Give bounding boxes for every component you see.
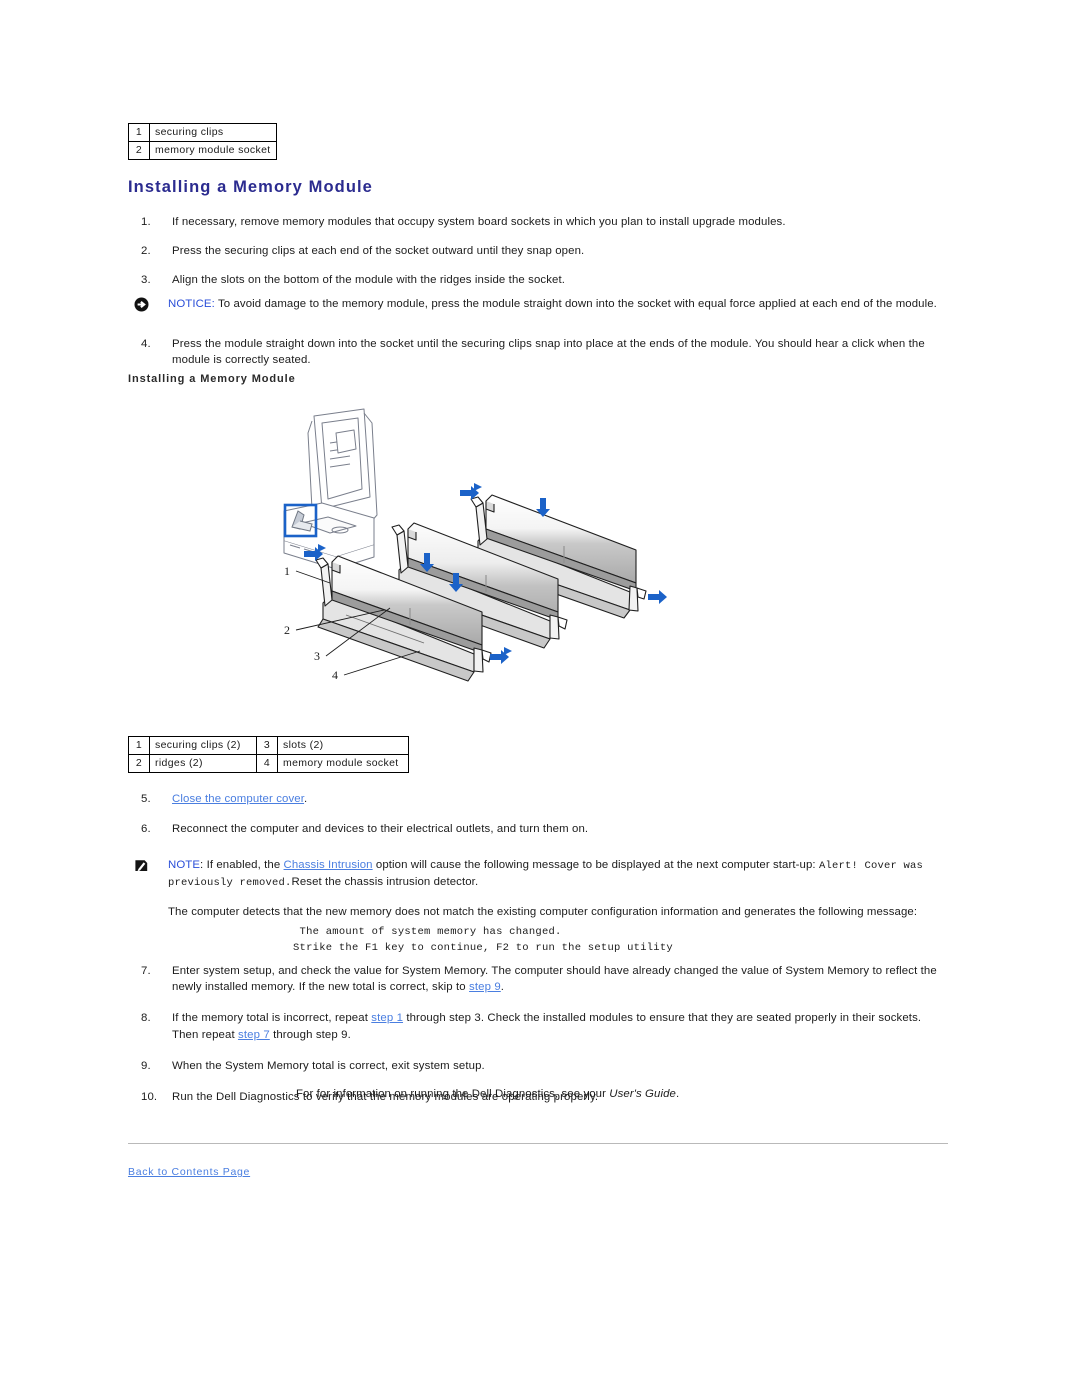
step-number: 1. <box>141 216 151 228</box>
page-title: Installing a Memory Module <box>128 178 373 196</box>
step-text-b: . <box>500 981 505 994</box>
footer-link-wrap: Back to Contents Page <box>128 1166 250 1178</box>
chassis-inset-icon <box>283 408 378 570</box>
step-text: Align the slots on the bottom of the mod… <box>172 274 566 287</box>
step-text: Reconnect the computer and devices to th… <box>172 823 589 836</box>
step-text: Press the securing clips at each end of … <box>172 245 585 258</box>
callout-number: 1 <box>128 735 150 756</box>
callout-number: 1 <box>128 122 150 143</box>
memory-module-diagram-svg: 1 2 3 4 <box>283 408 667 682</box>
note-pencil-icon <box>134 858 149 873</box>
memory-module-illustration: 1 2 3 4 <box>278 405 678 725</box>
step-text-c: through step 9. <box>269 1028 351 1041</box>
note-box: NOTE: If enabled, the Chassis Intrusion … <box>128 857 948 891</box>
table-row: 1 securing clips <box>128 122 277 143</box>
step-text: When the System Memory total is correct,… <box>172 1059 485 1072</box>
callout-3: 3 <box>314 649 320 663</box>
callout-label: securing clips (2) <box>149 735 257 756</box>
close-computer-cover-link[interactable]: Close the computer cover <box>172 793 304 805</box>
table-row: 2 ridges (2) 4 memory module socket <box>128 754 409 774</box>
note-text-b: option will cause the following message … <box>372 859 819 871</box>
figure-caption: Installing a Memory Module <box>128 373 296 385</box>
note-text-a: : If enabled, the <box>200 859 284 871</box>
callout-label: memory module socket <box>149 141 277 161</box>
callout-1: 1 <box>284 564 290 578</box>
callout-number: 4 <box>256 754 278 774</box>
steps-list-third: 5. Close the computer cover. 6. Reconnec… <box>128 791 588 851</box>
memory-mismatch-paragraph: The computer detects that the new memory… <box>168 906 918 918</box>
callout-number: 2 <box>128 754 150 774</box>
callout-4: 4 <box>332 668 338 682</box>
notice-arrow-icon <box>134 297 149 312</box>
step-number: 3. <box>141 274 151 287</box>
list-item: 7. Enter system setup, and check the val… <box>128 963 948 995</box>
footer-divider <box>128 1143 948 1144</box>
callout-label: securing clips <box>149 122 277 143</box>
list-item: 1. If necessary, remove memory modules t… <box>128 214 786 230</box>
step-text: If necessary, remove memory modules that… <box>172 216 786 228</box>
diagnostics-guide-paragraph: For for information on running the Dell … <box>296 1086 1080 1103</box>
callout-number: 2 <box>128 141 150 161</box>
callout-label: ridges (2) <box>149 754 257 774</box>
step-number: 5. <box>141 793 151 805</box>
list-item: 6. Reconnect the computer and devices to… <box>128 821 588 837</box>
system-message-block: The amount of system memory has changed.… <box>293 926 673 954</box>
step-number: 10. <box>141 1090 158 1103</box>
list-item: 9. When the System Memory total is corre… <box>128 1058 948 1074</box>
guide-text-b: . <box>675 1088 680 1100</box>
step-number: 4. <box>141 338 151 350</box>
note-label: NOTE <box>168 859 201 871</box>
callout-number: 3 <box>256 735 278 756</box>
step-number: 7. <box>141 965 151 977</box>
step-number: 2. <box>141 245 151 258</box>
list-item: 5. Close the computer cover. <box>128 791 588 807</box>
step-number: 8. <box>141 1012 151 1025</box>
notice-text: To avoid damage to the memory module, pr… <box>214 298 937 310</box>
list-item: 2. Press the securing clips at each end … <box>128 243 786 259</box>
step-text-a: Enter system setup, and check the value … <box>172 965 937 994</box>
list-item: 8. If the memory total is incorrect, rep… <box>128 1010 948 1042</box>
bottom-callout-table: 1 securing clips (2) 3 slots (2) 2 ridge… <box>128 735 409 774</box>
note-text-c: Reset the chassis intrusion detector. <box>291 875 479 888</box>
step-9-link[interactable]: step 9 <box>469 981 501 993</box>
callout-label: memory module socket <box>277 754 409 774</box>
callout-label: slots (2) <box>277 735 409 756</box>
step-1-link[interactable]: step 1 <box>371 1012 403 1024</box>
arrow-icon-back-right <box>648 590 667 604</box>
step-text: Press the module straight down into the … <box>172 338 925 367</box>
table-row: 1 securing clips (2) 3 slots (2) <box>128 735 409 756</box>
guide-text-a: For for information on running the Dell … <box>296 1088 610 1100</box>
users-guide-title: User's Guide <box>609 1088 676 1100</box>
notice-box: NOTICE: To avoid damage to the memory mo… <box>128 296 948 312</box>
step-text-tail: . <box>304 793 308 805</box>
callout-2: 2 <box>284 623 290 637</box>
list-item: 3. Align the slots on the bottom of the … <box>128 272 786 288</box>
list-item: 4. Press the module straight down into t… <box>128 336 948 368</box>
step-number: 6. <box>141 823 151 836</box>
table-row: 2 memory module socket <box>128 141 277 161</box>
notice-label: NOTICE: <box>168 298 215 310</box>
arrow-icon-front-right <box>490 647 512 664</box>
step-7-link[interactable]: step 7 <box>238 1029 270 1041</box>
step-number: 9. <box>141 1059 151 1072</box>
step-text-a: If the memory total is incorrect, repeat <box>172 1012 372 1025</box>
chassis-intrusion-link[interactable]: Chassis Intrusion <box>284 859 373 871</box>
back-to-contents-link[interactable]: Back to Contents Page <box>128 1166 250 1178</box>
steps-list-first: 1. If necessary, remove memory modules t… <box>128 214 786 302</box>
top-callout-table: 1 securing clips 2 memory module socket <box>128 122 277 161</box>
